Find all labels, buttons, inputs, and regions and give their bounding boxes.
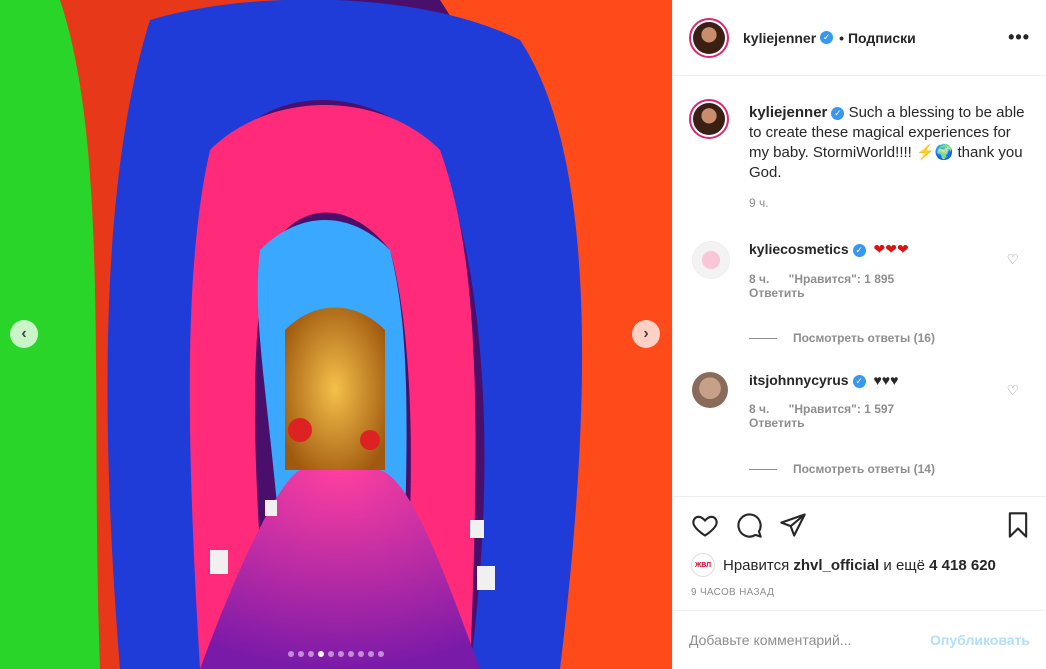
post-sidebar: kyliejenner ✓ • Подписки ••• kyliejenner… xyxy=(672,0,1046,669)
post-image[interactable]: ‹ › xyxy=(0,0,672,669)
comment-time: 8 ч. xyxy=(749,402,770,416)
comment-text: ❤❤❤ xyxy=(873,241,909,257)
liker-avatar[interactable]: ЖВЛ xyxy=(691,553,715,577)
carousel-indicator xyxy=(0,651,672,657)
carousel-dot xyxy=(378,651,384,657)
comment-time: 8 ч. xyxy=(749,272,770,286)
view-replies-button[interactable]: Посмотреть ответы (16) xyxy=(749,331,935,345)
carousel-dot xyxy=(308,651,314,657)
verified-badge-icon: ✓ xyxy=(852,243,866,257)
more-options-icon[interactable]: ••• xyxy=(1008,27,1030,48)
add-comment-bar: Добавьте комментарий... Опубликовать xyxy=(673,610,1046,669)
posted-time: 9 ЧАСОВ НАЗАД xyxy=(691,587,775,598)
publish-button[interactable]: Опубликовать xyxy=(930,632,1030,648)
reply-button[interactable]: Ответить xyxy=(749,286,804,300)
carousel-dot xyxy=(298,651,304,657)
tunnel-image xyxy=(0,0,672,669)
author-avatar[interactable] xyxy=(689,17,729,58)
likes-prefix: Нравится xyxy=(723,556,790,574)
comment-input[interactable]: Добавьте комментарий... xyxy=(689,632,851,648)
share-send-icon[interactable] xyxy=(779,511,807,539)
comment-like-heart-icon[interactable]: ♡ xyxy=(1006,251,1019,268)
post-header: kyliejenner ✓ • Подписки ••• xyxy=(673,0,1046,76)
likes-middle: и ещё xyxy=(883,556,925,574)
liker-username[interactable]: zhvl_official xyxy=(793,557,879,574)
carousel-dot xyxy=(318,651,324,657)
reply-button[interactable]: Ответить xyxy=(749,416,804,430)
follow-status-button[interactable]: • Подписки xyxy=(839,30,916,46)
view-replies-label: Посмотреть ответы (14) xyxy=(793,462,935,476)
carousel-dot xyxy=(338,651,344,657)
commenter-username[interactable]: itsjohnnycyrus xyxy=(749,372,849,388)
like-heart-icon[interactable] xyxy=(691,511,719,539)
comments-list: kyliejenner ✓ Such a blessing to be able … xyxy=(673,77,1046,496)
carousel-prev-button[interactable]: ‹ xyxy=(10,320,38,348)
comment-likes[interactable]: "Нравится": 1 895 xyxy=(789,272,895,286)
commenter-username[interactable]: kyliecosmetics xyxy=(749,241,849,257)
bookmark-icon[interactable] xyxy=(1004,511,1032,539)
likes-summary: ЖВЛ Нравится zhvl_official и ещё 4 418 6… xyxy=(691,553,996,577)
comment-likes[interactable]: "Нравится": 1 597 xyxy=(789,402,895,416)
carousel-dot xyxy=(288,651,294,657)
comment-like-heart-icon[interactable]: ♡ xyxy=(1006,382,1019,399)
commenter-avatar[interactable] xyxy=(692,241,730,279)
comment-text: ♥♥♥ xyxy=(873,372,899,388)
carousel-dot xyxy=(348,651,354,657)
caption-time: 9 ч. xyxy=(749,196,769,210)
carousel-dot xyxy=(328,651,334,657)
author-username[interactable]: kyliejenner xyxy=(743,30,816,46)
view-replies-label: Посмотреть ответы (16) xyxy=(793,331,935,345)
verified-badge-icon: ✓ xyxy=(831,106,845,120)
caption-avatar[interactable] xyxy=(689,99,729,139)
post-actions: ЖВЛ Нравится zhvl_official и ещё 4 418 6… xyxy=(673,496,1046,611)
caption-username[interactable]: kyliejenner xyxy=(749,104,827,121)
carousel-dot xyxy=(368,651,374,657)
verified-badge-icon: ✓ xyxy=(852,374,866,388)
view-replies-button[interactable]: Посмотреть ответы (14) xyxy=(749,462,935,476)
carousel-dot xyxy=(358,651,364,657)
verified-badge-icon: ✓ xyxy=(820,31,834,44)
carousel-next-button[interactable]: › xyxy=(632,320,660,348)
likes-count[interactable]: 4 418 620 xyxy=(929,557,996,574)
comment-bubble-icon[interactable] xyxy=(735,511,763,539)
commenter-avatar[interactable] xyxy=(692,372,728,408)
